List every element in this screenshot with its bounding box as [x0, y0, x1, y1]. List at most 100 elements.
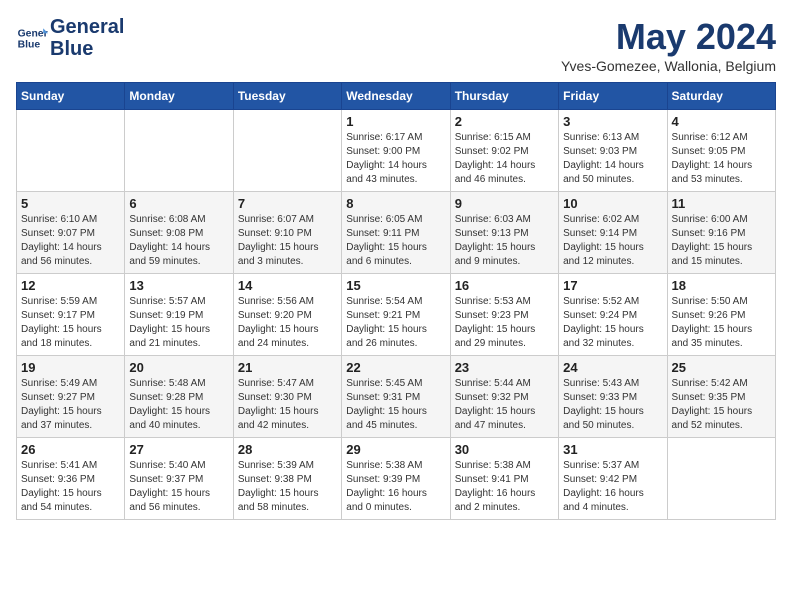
- day-info: Sunrise: 5:47 AM Sunset: 9:30 PM Dayligh…: [238, 377, 337, 433]
- calendar-cell: 20 Sunrise: 5:48 AM Sunset: 9:28 PM Dayli…: [125, 356, 233, 438]
- title-section: May 2024 Yves-Gomezee, Wallonia, Belgium: [561, 16, 776, 74]
- day-info: Sunrise: 5:38 AM Sunset: 9:39 PM Dayligh…: [346, 459, 445, 515]
- day-info: Sunrise: 5:59 AM Sunset: 9:17 PM Dayligh…: [21, 295, 120, 351]
- calendar-cell: 4Sunrise: 6:12 AM Sunset: 9:05 PM Daylig…: [667, 110, 775, 192]
- day-number: 11: [672, 196, 771, 211]
- weekday-header: Thursday: [450, 83, 558, 110]
- day-number: 6: [129, 196, 228, 211]
- day-number: 22: [346, 360, 445, 375]
- calendar-cell: 19 Sunrise: 5:49 AM Sunset: 9:27 PM Dayli…: [17, 356, 125, 438]
- weekday-header: Monday: [125, 83, 233, 110]
- day-number: 1: [346, 114, 445, 129]
- weekday-header: Wednesday: [342, 83, 450, 110]
- day-info: Sunrise: 5:49 AM Sunset: 9:27 PM Dayligh…: [21, 377, 120, 433]
- weekday-header: Sunday: [17, 83, 125, 110]
- calendar-cell: 24Sunrise: 5:43 AM Sunset: 9:33 PM Dayli…: [559, 356, 667, 438]
- day-number: 10: [563, 196, 662, 211]
- day-number: 15: [346, 278, 445, 293]
- day-number: 8: [346, 196, 445, 211]
- calendar-cell: 11 Sunrise: 6:00 AM Sunset: 9:16 PM Dayli…: [667, 192, 775, 274]
- day-number: 2: [455, 114, 554, 129]
- day-info: Sunrise: 5:56 AM Sunset: 9:20 PM Dayligh…: [238, 295, 337, 351]
- calendar-cell: [667, 438, 775, 520]
- calendar-cell: 13Sunrise: 5:57 AM Sunset: 9:19 PM Dayli…: [125, 274, 233, 356]
- day-info: Sunrise: 5:44 AM Sunset: 9:32 PM Dayligh…: [455, 377, 554, 433]
- calendar-week-row: 19 Sunrise: 5:49 AM Sunset: 9:27 PM Dayli…: [17, 356, 776, 438]
- weekday-header: Saturday: [667, 83, 775, 110]
- day-number: 21: [238, 360, 337, 375]
- day-info: Sunrise: 5:41 AM Sunset: 9:36 PM Dayligh…: [21, 459, 120, 515]
- day-number: 23: [455, 360, 554, 375]
- day-info: Sunrise: 5:50 AM Sunset: 9:26 PM Dayligh…: [672, 295, 771, 351]
- day-number: 26: [21, 442, 120, 457]
- calendar-cell: 6 Sunrise: 6:08 AM Sunset: 9:08 PM Daylig…: [125, 192, 233, 274]
- month-title: May 2024: [561, 16, 776, 58]
- page-header: General Blue General Blue May 2024 Yves-…: [16, 16, 776, 74]
- calendar-week-row: 1 Sunrise: 6:17 AM Sunset: 9:00 PM Daylig…: [17, 110, 776, 192]
- calendar-cell: [233, 110, 341, 192]
- calendar-week-row: 26 Sunrise: 5:41 AM Sunset: 9:36 PM Dayli…: [17, 438, 776, 520]
- logo-text: General Blue: [50, 16, 124, 60]
- day-info: Sunrise: 5:37 AM Sunset: 9:42 PM Dayligh…: [563, 459, 662, 515]
- calendar-week-row: 12 Sunrise: 5:59 AM Sunset: 9:17 PM Dayli…: [17, 274, 776, 356]
- day-number: 19: [21, 360, 120, 375]
- day-info: Sunrise: 6:13 AM Sunset: 9:03 PM Dayligh…: [563, 131, 662, 187]
- calendar-cell: 25Sunrise: 5:42 AM Sunset: 9:35 PM Dayli…: [667, 356, 775, 438]
- calendar-cell: 3 Sunrise: 6:13 AM Sunset: 9:03 PM Daylig…: [559, 110, 667, 192]
- calendar-cell: 17Sunrise: 5:52 AM Sunset: 9:24 PM Dayli…: [559, 274, 667, 356]
- day-info: Sunrise: 5:54 AM Sunset: 9:21 PM Dayligh…: [346, 295, 445, 351]
- logo: General Blue General Blue: [16, 16, 124, 60]
- calendar-cell: 5 Sunrise: 6:10 AM Sunset: 9:07 PM Daylig…: [17, 192, 125, 274]
- day-number: 13: [129, 278, 228, 293]
- day-number: 16: [455, 278, 554, 293]
- calendar-cell: 1 Sunrise: 6:17 AM Sunset: 9:00 PM Daylig…: [342, 110, 450, 192]
- day-info: Sunrise: 6:05 AM Sunset: 9:11 PM Dayligh…: [346, 213, 445, 269]
- location: Yves-Gomezee, Wallonia, Belgium: [561, 58, 776, 74]
- calendar-cell: 21 Sunrise: 5:47 AM Sunset: 9:30 PM Dayli…: [233, 356, 341, 438]
- weekday-header: Friday: [559, 83, 667, 110]
- day-info: Sunrise: 5:42 AM Sunset: 9:35 PM Dayligh…: [672, 377, 771, 433]
- calendar-cell: 22 Sunrise: 5:45 AM Sunset: 9:31 PM Dayli…: [342, 356, 450, 438]
- day-number: 3: [563, 114, 662, 129]
- day-info: Sunrise: 5:39 AM Sunset: 9:38 PM Dayligh…: [238, 459, 337, 515]
- day-number: 9: [455, 196, 554, 211]
- weekday-header-row: SundayMondayTuesdayWednesdayThursdayFrid…: [17, 83, 776, 110]
- calendar-cell: 28 Sunrise: 5:39 AM Sunset: 9:38 PM Dayli…: [233, 438, 341, 520]
- day-info: Sunrise: 6:12 AM Sunset: 9:05 PM Dayligh…: [672, 131, 771, 187]
- day-info: Sunrise: 6:00 AM Sunset: 9:16 PM Dayligh…: [672, 213, 771, 269]
- calendar-cell: 18Sunrise: 5:50 AM Sunset: 9:26 PM Dayli…: [667, 274, 775, 356]
- day-number: 30: [455, 442, 554, 457]
- calendar-table: SundayMondayTuesdayWednesdayThursdayFrid…: [16, 82, 776, 520]
- day-info: Sunrise: 6:17 AM Sunset: 9:00 PM Dayligh…: [346, 131, 445, 187]
- day-number: 14: [238, 278, 337, 293]
- calendar-cell: 14 Sunrise: 5:56 AM Sunset: 9:20 PM Dayli…: [233, 274, 341, 356]
- calendar-cell: 10 Sunrise: 6:02 AM Sunset: 9:14 PM Dayli…: [559, 192, 667, 274]
- day-number: 20: [129, 360, 228, 375]
- calendar-cell: 23 Sunrise: 5:44 AM Sunset: 9:32 PM Dayli…: [450, 356, 558, 438]
- day-info: Sunrise: 5:45 AM Sunset: 9:31 PM Dayligh…: [346, 377, 445, 433]
- day-info: Sunrise: 6:07 AM Sunset: 9:10 PM Dayligh…: [238, 213, 337, 269]
- day-number: 7: [238, 196, 337, 211]
- logo-icon: General Blue: [16, 22, 48, 54]
- calendar-cell: 27Sunrise: 5:40 AM Sunset: 9:37 PM Dayli…: [125, 438, 233, 520]
- calendar-cell: 12 Sunrise: 5:59 AM Sunset: 9:17 PM Dayli…: [17, 274, 125, 356]
- calendar-cell: 7 Sunrise: 6:07 AM Sunset: 9:10 PM Daylig…: [233, 192, 341, 274]
- calendar-cell: 2 Sunrise: 6:15 AM Sunset: 9:02 PM Daylig…: [450, 110, 558, 192]
- day-number: 28: [238, 442, 337, 457]
- svg-text:Blue: Blue: [18, 40, 41, 51]
- calendar-cell: [125, 110, 233, 192]
- calendar-cell: 31 Sunrise: 5:37 AM Sunset: 9:42 PM Dayli…: [559, 438, 667, 520]
- calendar-cell: 26 Sunrise: 5:41 AM Sunset: 9:36 PM Dayli…: [17, 438, 125, 520]
- day-info: Sunrise: 5:40 AM Sunset: 9:37 PM Dayligh…: [129, 459, 228, 515]
- day-number: 5: [21, 196, 120, 211]
- day-info: Sunrise: 6:02 AM Sunset: 9:14 PM Dayligh…: [563, 213, 662, 269]
- day-info: Sunrise: 6:10 AM Sunset: 9:07 PM Dayligh…: [21, 213, 120, 269]
- day-info: Sunrise: 5:48 AM Sunset: 9:28 PM Dayligh…: [129, 377, 228, 433]
- day-number: 31: [563, 442, 662, 457]
- calendar-cell: 29Sunrise: 5:38 AM Sunset: 9:39 PM Dayli…: [342, 438, 450, 520]
- day-info: Sunrise: 6:15 AM Sunset: 9:02 PM Dayligh…: [455, 131, 554, 187]
- day-number: 12: [21, 278, 120, 293]
- day-info: Sunrise: 5:38 AM Sunset: 9:41 PM Dayligh…: [455, 459, 554, 515]
- calendar-cell: 15 Sunrise: 5:54 AM Sunset: 9:21 PM Dayli…: [342, 274, 450, 356]
- day-info: Sunrise: 6:08 AM Sunset: 9:08 PM Dayligh…: [129, 213, 228, 269]
